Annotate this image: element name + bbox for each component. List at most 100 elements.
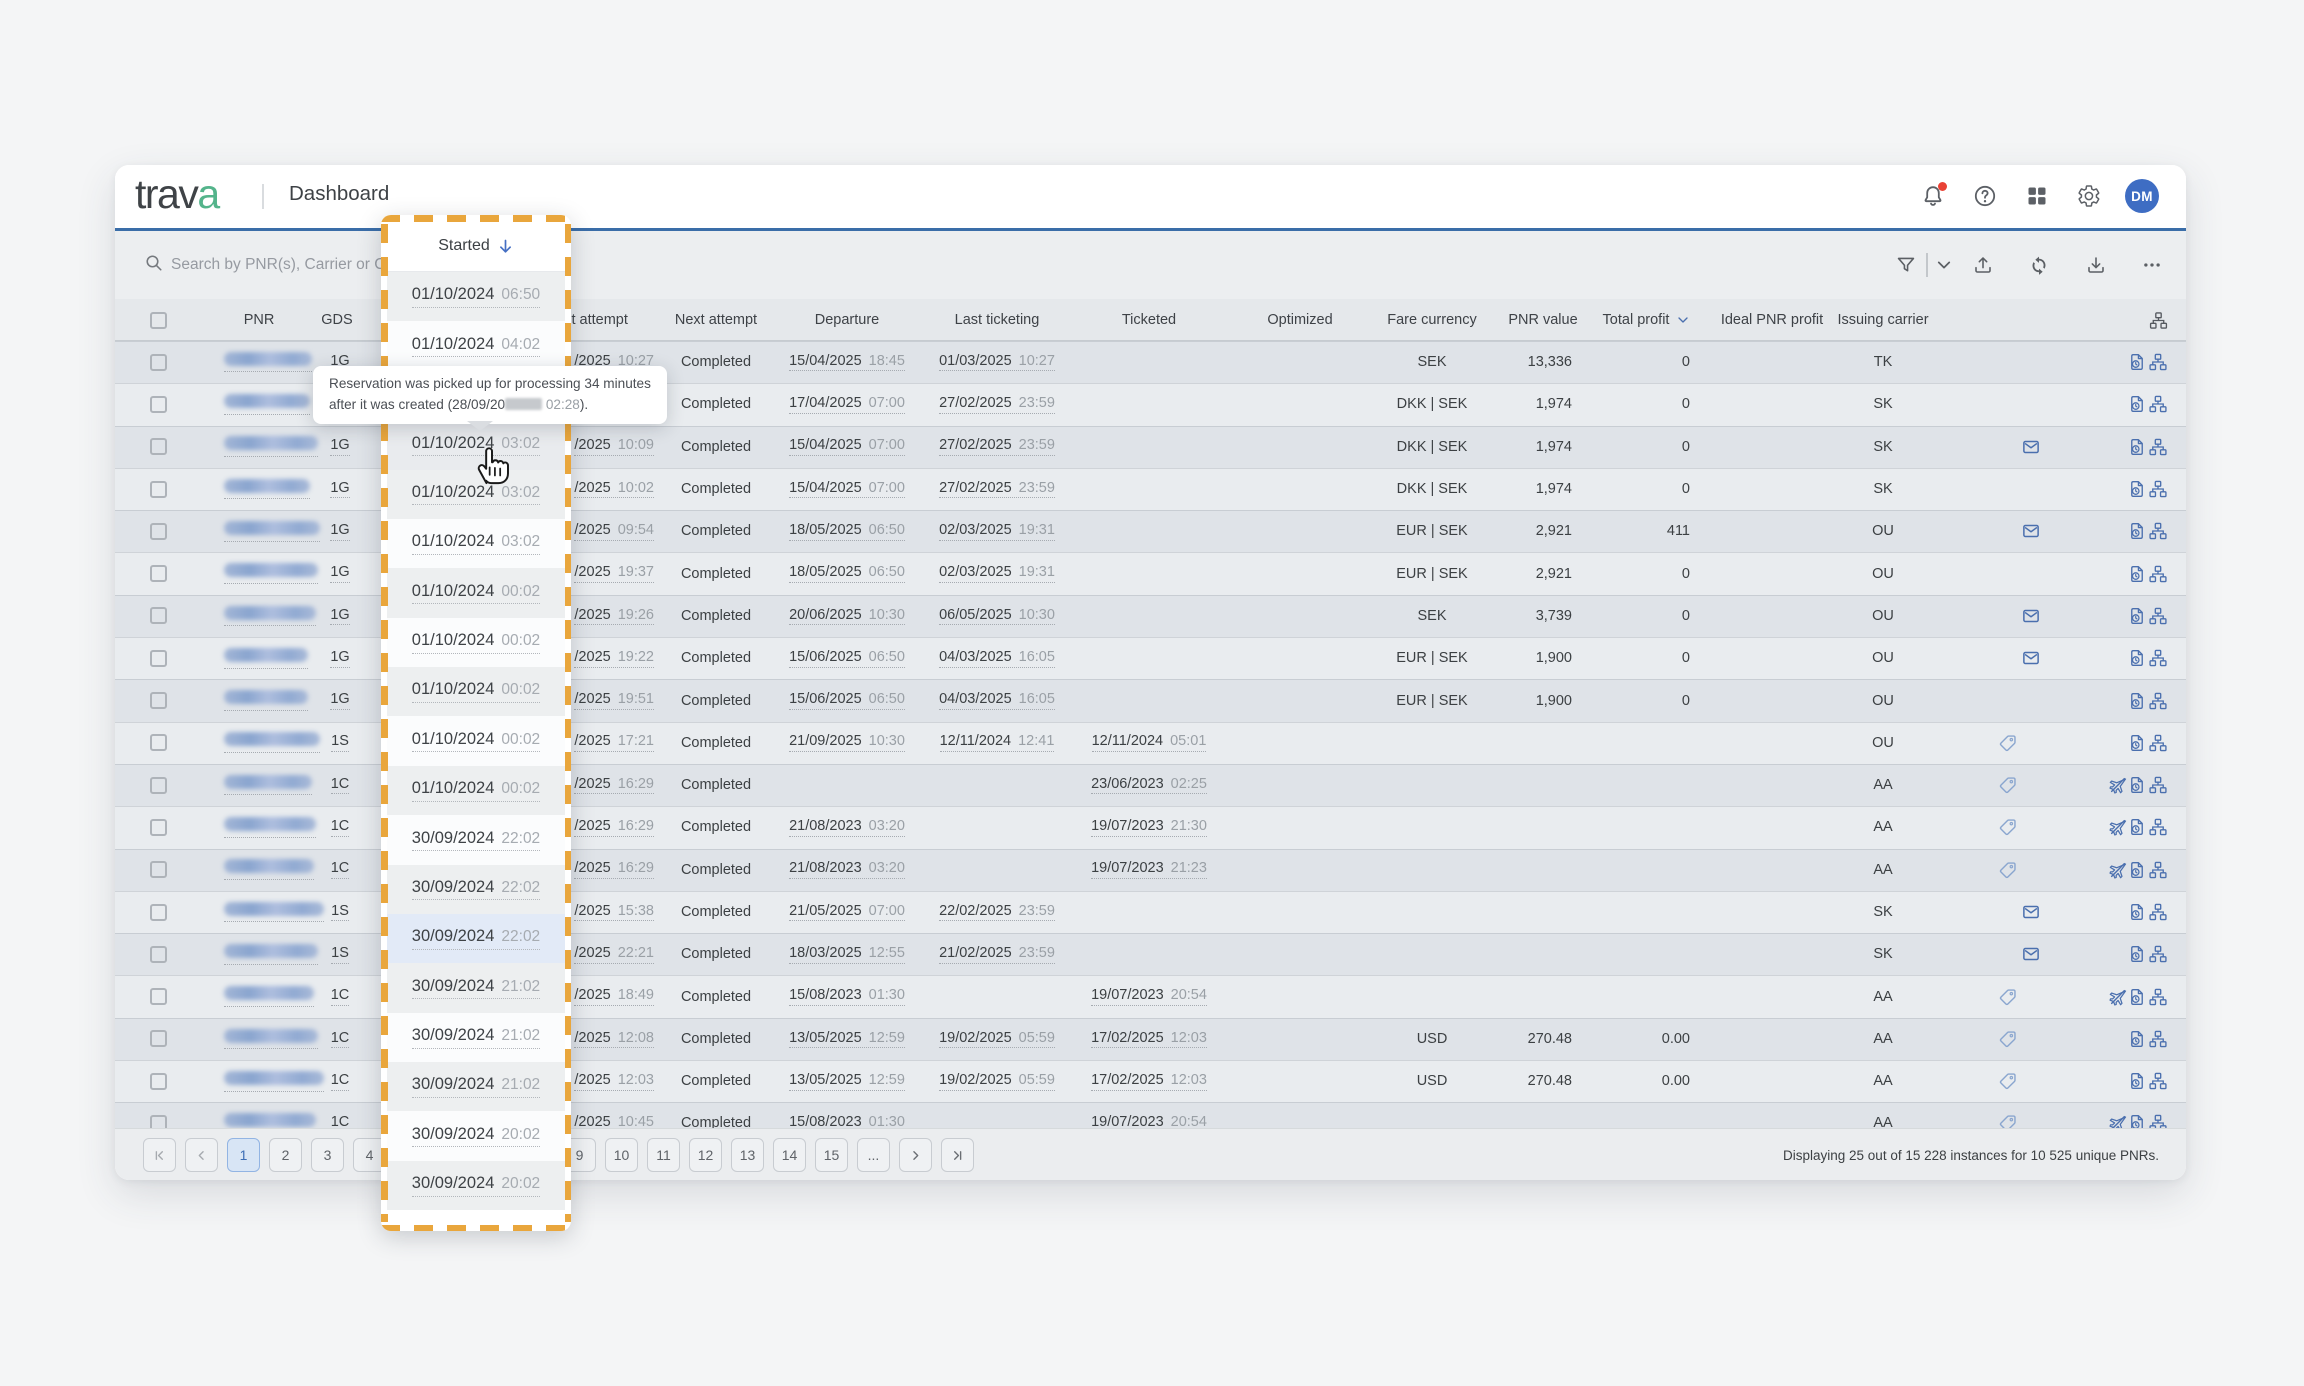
- mail-icon[interactable]: [2022, 437, 2041, 456]
- tag-icon[interactable]: [1999, 1072, 2018, 1091]
- last-attempt-value[interactable]: /202516:29: [574, 818, 654, 837]
- last-attempt-value[interactable]: /202516:29: [574, 776, 654, 795]
- last-attempt-value[interactable]: /202512:03: [574, 1072, 654, 1091]
- search-input[interactable]: Search by PNR(s), Carrier or Cu: [171, 231, 394, 299]
- last-page-button[interactable]: [941, 1138, 974, 1172]
- pnr-redacted[interactable]: [224, 648, 308, 669]
- gds-value[interactable]: 1G: [330, 480, 349, 499]
- ticketed-value[interactable]: 19/07/202321:30: [1091, 818, 1207, 837]
- trava-logo[interactable]: trava: [135, 171, 219, 218]
- page-button-14[interactable]: 14: [773, 1138, 806, 1172]
- page-button-1[interactable]: 1: [227, 1138, 260, 1172]
- last-attempt-value[interactable]: /202519:26: [574, 607, 654, 626]
- row-checkbox[interactable]: [150, 650, 167, 667]
- gds-value[interactable]: 1C: [331, 1114, 350, 1128]
- started-value-row[interactable]: 01/10/202400:02: [387, 667, 565, 716]
- row-checkbox[interactable]: [150, 438, 167, 455]
- last-attempt-value[interactable]: /202522:21: [574, 945, 654, 964]
- started-value-row[interactable]: 30/09/202420:02: [387, 1111, 565, 1160]
- previous-page-button[interactable]: [185, 1138, 218, 1172]
- tag-icon[interactable]: [1999, 818, 2018, 837]
- started-value-row[interactable]: 30/09/202420:02: [387, 1161, 565, 1210]
- mail-icon[interactable]: [2022, 945, 2041, 964]
- sitemap-icon[interactable]: [2149, 522, 2168, 541]
- gds-value[interactable]: 1C: [331, 860, 350, 879]
- last-attempt-value[interactable]: /202516:29: [574, 860, 654, 879]
- gds-value[interactable]: 1C: [331, 818, 350, 837]
- departure-value[interactable]: 15/04/202518:45: [789, 353, 905, 372]
- sitemap-icon[interactable]: [2149, 395, 2168, 414]
- history-icon[interactable]: [2128, 945, 2147, 964]
- sitemap-icon[interactable]: [2149, 353, 2168, 372]
- sitemap-icon[interactable]: [2149, 987, 2168, 1006]
- tag-icon[interactable]: [1999, 733, 2018, 752]
- gds-value[interactable]: 1G: [330, 564, 349, 583]
- history-icon[interactable]: [2128, 395, 2147, 414]
- started-value-row[interactable]: 30/09/202422:02: [387, 914, 565, 963]
- pnr-redacted[interactable]: [224, 436, 318, 457]
- row-checkbox[interactable]: [150, 861, 167, 878]
- page-button-12[interactable]: 12: [689, 1138, 722, 1172]
- pnr-redacted[interactable]: [224, 859, 314, 880]
- started-value-row[interactable]: 01/10/202403:02: [387, 519, 565, 568]
- last-ticketing-value[interactable]: 04/03/202516:05: [939, 649, 1055, 668]
- mail-icon[interactable]: [2022, 606, 2041, 625]
- tag-icon[interactable]: [1999, 987, 2018, 1006]
- column-header-pnr[interactable]: PNR: [209, 299, 309, 341]
- column-header-gds[interactable]: GDS: [297, 299, 377, 341]
- ticketed-value[interactable]: 12/11/202405:01: [1092, 733, 1207, 752]
- first-page-button[interactable]: [143, 1138, 176, 1172]
- row-checkbox[interactable]: [150, 1115, 167, 1128]
- last-ticketing-value[interactable]: 02/03/202519:31: [939, 564, 1055, 583]
- history-icon[interactable]: [2128, 818, 2147, 837]
- departure-value[interactable]: 21/08/202303:20: [789, 860, 905, 879]
- started-value-row[interactable]: 01/10/202400:02: [387, 716, 565, 765]
- last-ticketing-value[interactable]: 12/11/202412:41: [940, 733, 1055, 752]
- column-header-last-ticketing[interactable]: Last ticketing: [917, 299, 1077, 341]
- tag-icon[interactable]: [1999, 1029, 2018, 1048]
- last-attempt-value[interactable]: /202518:49: [574, 987, 654, 1006]
- mail-icon[interactable]: [2022, 903, 2041, 922]
- row-checkbox[interactable]: [150, 607, 167, 624]
- row-checkbox[interactable]: [150, 777, 167, 794]
- ticketed-value[interactable]: 17/02/202512:03: [1091, 1072, 1207, 1091]
- last-ticketing-value[interactable]: 01/03/202510:27: [939, 353, 1055, 372]
- last-ticketing-value[interactable]: 21/02/202523:59: [939, 945, 1055, 964]
- sitemap-icon[interactable]: [2149, 564, 2168, 583]
- pnr-redacted[interactable]: [224, 479, 310, 500]
- row-checkbox[interactable]: [150, 523, 167, 540]
- pnr-redacted[interactable]: [224, 563, 318, 584]
- history-icon[interactable]: [2128, 691, 2147, 710]
- sitemap-icon[interactable]: [2149, 1029, 2168, 1048]
- row-checkbox[interactable]: [150, 1073, 167, 1090]
- page-button-11[interactable]: 11: [647, 1138, 680, 1172]
- gds-value[interactable]: 1G: [330, 649, 349, 668]
- sitemap-icon[interactable]: [2149, 649, 2168, 668]
- history-icon[interactable]: [2128, 733, 2147, 752]
- last-ticketing-value[interactable]: 02/03/202519:31: [939, 522, 1055, 541]
- started-value-row[interactable]: 01/10/202400:02: [387, 766, 565, 815]
- sitemap-icon[interactable]: [2149, 311, 2168, 330]
- row-checkbox[interactable]: [150, 988, 167, 1005]
- history-icon[interactable]: [2128, 1072, 2147, 1091]
- pnr-redacted[interactable]: [224, 521, 320, 542]
- departure-value[interactable]: 21/05/202507:00: [789, 903, 905, 922]
- started-value-row[interactable]: 30/09/202421:02: [387, 1062, 565, 1111]
- gds-value[interactable]: 1S: [331, 945, 349, 964]
- plane-crossed-icon[interactable]: [2109, 987, 2128, 1006]
- row-checkbox[interactable]: [150, 734, 167, 751]
- departure-value[interactable]: 21/09/202510:30: [789, 733, 905, 752]
- last-ticketing-value[interactable]: 19/02/202505:59: [939, 1072, 1055, 1091]
- apps-grid-icon[interactable]: [2025, 184, 2049, 208]
- page-button-3[interactable]: 3: [311, 1138, 344, 1172]
- pnr-redacted[interactable]: [224, 817, 316, 838]
- pnr-redacted[interactable]: [224, 1071, 324, 1092]
- column-header-ticketed[interactable]: Ticketed: [1069, 299, 1229, 341]
- page-button-13[interactable]: 13: [731, 1138, 764, 1172]
- notifications-bell-icon[interactable]: [1921, 184, 1945, 208]
- history-icon[interactable]: [2128, 776, 2147, 795]
- tag-icon[interactable]: [1999, 776, 2018, 795]
- column-header-next-attempt[interactable]: Next attempt: [656, 299, 776, 341]
- started-value-row[interactable]: 01/10/202400:02: [387, 618, 565, 667]
- upload-icon[interactable]: [1973, 255, 1994, 276]
